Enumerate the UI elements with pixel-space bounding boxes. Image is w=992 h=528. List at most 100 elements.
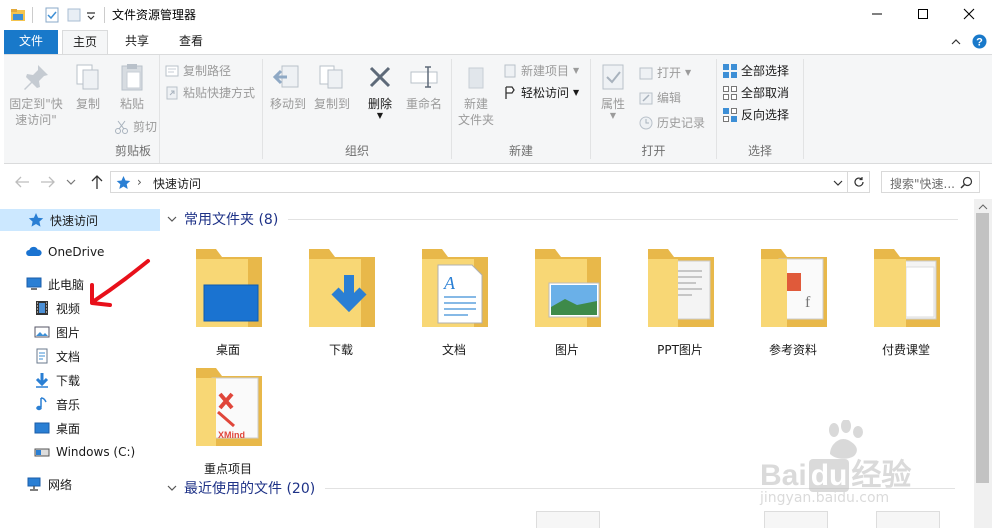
pin-quick-access-button[interactable]: 固定到"快 速访问" xyxy=(6,61,66,128)
copy-to-button[interactable]: 复制到 xyxy=(310,61,354,112)
nav-item-music[interactable]: 音乐 xyxy=(0,393,160,415)
history-button[interactable]: 历史记录 xyxy=(638,113,705,133)
folder-documents[interactable]: A 文档 xyxy=(404,245,504,361)
new-item-dropdown-icon: ▼ xyxy=(573,66,580,75)
easy-access-dropdown-icon: ▼ xyxy=(573,88,580,97)
search-input[interactable]: 搜索"快速... xyxy=(881,171,980,193)
folder-ppt-images[interactable]: PPT图片 xyxy=(630,245,730,361)
nav-item-documents[interactable]: 文档 xyxy=(0,345,160,367)
svg-text:f: f xyxy=(805,294,811,311)
paste-shortcut-label: 粘贴快捷方式 xyxy=(183,86,256,100)
close-button[interactable] xyxy=(946,0,992,28)
address-bar[interactable]: › 快速访问 xyxy=(110,171,848,193)
documents-folder-icon: A xyxy=(422,249,488,327)
maximize-icon xyxy=(918,9,928,19)
folder-name: PPT图片 xyxy=(657,343,703,357)
nav-item-desktop[interactable]: 桌面 xyxy=(0,417,160,439)
forward-arrow-icon[interactable] xyxy=(40,175,56,189)
folder-pictures[interactable]: 图片 xyxy=(517,245,617,361)
delete-button[interactable]: 删除 ▼ xyxy=(360,61,400,120)
nav-item-network[interactable]: 网络 xyxy=(0,473,160,495)
copy-button[interactable]: 复制 xyxy=(70,61,106,112)
easy-access-label: 轻松访问 xyxy=(521,86,570,100)
easy-access-button[interactable]: 轻松访问 ▼ xyxy=(502,83,579,103)
select-all-button[interactable]: 全部选择 xyxy=(722,61,789,81)
select-none-icon xyxy=(723,86,737,100)
properties-qat-icon[interactable] xyxy=(44,7,60,23)
downloads-folder-icon xyxy=(309,249,375,327)
ppt-folder-icon xyxy=(648,249,714,327)
properties-label: 属性 xyxy=(600,97,625,111)
help-icon[interactable]: ? xyxy=(972,34,987,49)
collapse-ribbon-icon[interactable] xyxy=(950,36,962,48)
nav-item-drive-c[interactable]: Windows (C:) xyxy=(0,441,160,463)
tab-home[interactable]: 主页 xyxy=(62,30,108,55)
folder-name: 重点项目 xyxy=(203,462,252,476)
back-arrow-icon[interactable] xyxy=(14,175,30,189)
navigation-pane: 快速访问 OneDrive 此电脑 视频 图片 文档 下载 音乐 桌面 Wind… xyxy=(0,199,160,528)
delete-x-icon xyxy=(369,66,391,88)
pictures-icon xyxy=(34,326,50,338)
delete-dropdown-icon[interactable]: ▼ xyxy=(360,112,400,120)
refresh-icon xyxy=(853,177,864,187)
folder-app-icon xyxy=(11,9,25,21)
desktop-icon xyxy=(34,422,50,434)
pictures-folder-icon xyxy=(535,249,601,327)
new-folder-qat-icon[interactable] xyxy=(66,7,82,23)
nav-item-pictures[interactable]: 图片 xyxy=(0,321,160,343)
open-label: 打开 xyxy=(657,66,682,80)
breadcrumb-separator[interactable]: › xyxy=(137,175,142,189)
nav-label: 桌面 xyxy=(56,421,81,436)
frequent-folders-header[interactable]: 常用文件夹 (8) xyxy=(166,209,959,229)
open-dropdown-icon: ▼ xyxy=(685,68,692,77)
quick-access-star-icon xyxy=(28,213,44,227)
refresh-button[interactable] xyxy=(848,171,870,193)
select-none-button[interactable]: 全部取消 xyxy=(722,83,789,103)
folder-references[interactable]: f 参考资料 xyxy=(743,245,843,361)
move-to-button[interactable]: 移动到 xyxy=(266,61,310,112)
recent-locations-chevron-icon[interactable] xyxy=(66,177,76,187)
nav-item-downloads[interactable]: 下载 xyxy=(0,369,160,391)
move-to-icon xyxy=(272,65,299,88)
tab-file[interactable]: 文件 xyxy=(4,30,58,54)
minimize-button[interactable] xyxy=(854,0,900,28)
scrollbar-thumb[interactable] xyxy=(976,213,989,483)
key-projects-folder-icon: XMind xyxy=(196,368,262,446)
music-note-icon xyxy=(36,397,47,411)
onedrive-cloud-icon xyxy=(26,246,42,256)
new-item-button[interactable]: 新建项目 ▼ xyxy=(502,61,579,81)
pin-icon xyxy=(24,65,48,90)
address-dropdown-icon[interactable] xyxy=(833,178,843,188)
up-arrow-icon[interactable] xyxy=(90,174,104,190)
maximize-button[interactable] xyxy=(900,0,946,28)
breadcrumb-quick-access[interactable]: 快速访问 xyxy=(153,175,201,192)
properties-button[interactable]: 属性 ▼ xyxy=(594,61,632,120)
search-icon[interactable] xyxy=(960,176,973,189)
new-folder-button[interactable]: 新建 文件夹 xyxy=(454,61,498,128)
scroll-up-icon[interactable] xyxy=(978,203,988,211)
new-item-icon xyxy=(504,64,516,78)
tab-view[interactable]: 查看 xyxy=(166,30,216,54)
tab-share[interactable]: 共享 xyxy=(112,30,162,54)
vertical-scrollbar[interactable] xyxy=(974,199,992,528)
nav-item-quick-access[interactable]: 快速访问 xyxy=(0,209,160,231)
folder-downloads[interactable]: 下载 xyxy=(291,245,391,361)
edit-button[interactable]: 编辑 xyxy=(638,88,681,108)
group-divider xyxy=(803,59,804,159)
cut-button[interactable]: 剪切 xyxy=(114,117,157,137)
folder-paid-courses[interactable]: 付费课堂 xyxy=(856,245,956,361)
folder-key-projects[interactable]: XMind 重点项目 xyxy=(178,364,278,480)
qat-dropdown-icon[interactable] xyxy=(86,7,96,23)
open-button[interactable]: 打开 ▼ xyxy=(638,63,691,83)
invert-selection-button[interactable]: 反向选择 xyxy=(722,105,789,125)
folder-desktop[interactable]: 桌面 xyxy=(178,245,278,361)
paste-shortcut-button[interactable]: 粘贴快捷方式 xyxy=(164,83,255,103)
brand-bai: Bai xyxy=(760,459,807,492)
copy-path-button[interactable]: 复制路径 xyxy=(164,61,231,81)
paste-button[interactable]: 粘贴 xyxy=(112,61,152,112)
drive-icon xyxy=(34,448,50,457)
properties-dropdown-icon[interactable]: ▼ xyxy=(594,112,632,120)
rename-button[interactable]: 重命名 xyxy=(402,61,446,112)
recent-file-thumbnail[interactable] xyxy=(536,511,600,528)
baidu-brand-text: Bai du 经验 xyxy=(760,450,911,494)
